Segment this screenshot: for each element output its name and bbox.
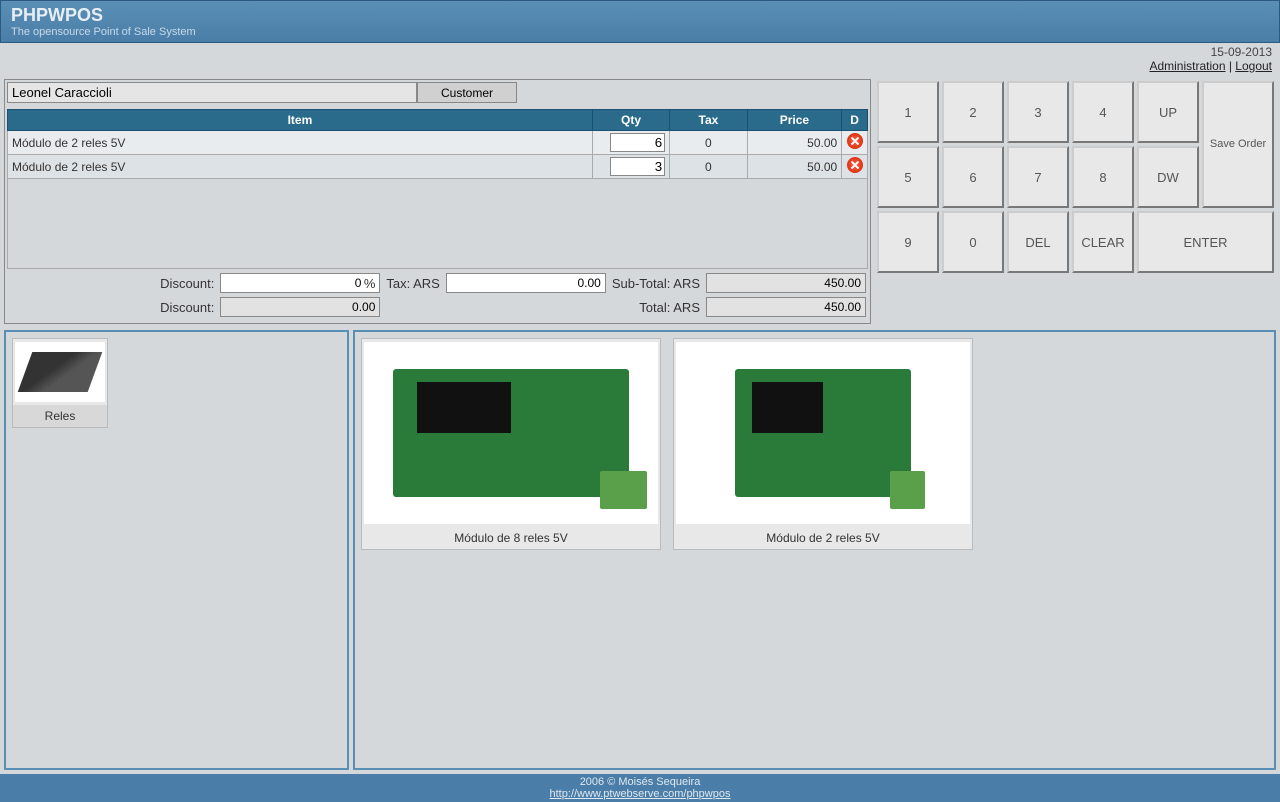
key-9[interactable]: 9 [877, 211, 939, 273]
product-label: Módulo de 8 reles 5V [362, 527, 660, 549]
product-thumb [364, 342, 658, 524]
total-label: Total: ARS [612, 300, 700, 315]
key-1[interactable]: 1 [877, 81, 939, 143]
product-tile[interactable]: Módulo de 2 reles 5V [673, 338, 973, 550]
qty-input[interactable] [610, 157, 665, 176]
item-name: Módulo de 2 reles 5V [8, 155, 593, 179]
product-thumb [676, 342, 970, 524]
product-tile[interactable]: Módulo de 8 reles 5V [361, 338, 661, 550]
top-bar: 15-09-2013 Administration | Logout [0, 43, 1280, 75]
footer-copyright: 2006 © Moisés Sequeira [2, 776, 1278, 788]
col-qty: Qty [592, 110, 669, 131]
customer-input[interactable] [7, 82, 417, 103]
key-4[interactable]: 4 [1072, 81, 1134, 143]
app-subtitle: The opensource Point of Sale System [11, 26, 1269, 38]
administration-link[interactable]: Administration [1149, 59, 1225, 73]
save-order-button[interactable]: Save Order [1202, 81, 1274, 208]
key-5[interactable]: 5 [877, 146, 939, 208]
pcb-icon [393, 369, 628, 496]
qty-input[interactable] [610, 133, 665, 152]
table-row: Módulo de 2 reles 5V 0 50.00 [8, 155, 868, 179]
key-2[interactable]: 2 [942, 81, 1004, 143]
delete-row-icon[interactable] [847, 133, 863, 149]
discount-pct-label: Discount: [160, 276, 214, 291]
discount-pct-input[interactable] [220, 273, 380, 293]
customer-button[interactable]: Customer [417, 82, 517, 103]
item-tax: 0 [670, 155, 747, 179]
category-tile-reles[interactable]: Reles [12, 338, 108, 428]
product-label: Módulo de 2 reles 5V [674, 527, 972, 549]
item-price: 50.00 [747, 155, 842, 179]
logout-link[interactable]: Logout [1235, 59, 1272, 73]
order-items-table: Item Qty Tax Price D Módulo de 2 reles 5… [7, 109, 868, 179]
footer: 2006 © Moisés Sequeira http://www.ptwebs… [0, 774, 1280, 802]
total-value [706, 297, 866, 317]
col-delete: D [842, 110, 868, 131]
key-8[interactable]: 8 [1072, 146, 1134, 208]
app-header: PHPWPOS The opensource Point of Sale Sys… [0, 0, 1280, 43]
product-panel: Módulo de 8 reles 5V Módulo de 2 reles 5… [353, 330, 1276, 770]
current-date: 15-09-2013 [8, 45, 1272, 59]
key-enter[interactable]: ENTER [1137, 211, 1274, 273]
col-item: Item [8, 110, 593, 131]
discount-value [220, 297, 380, 317]
pct-suffix: % [364, 276, 376, 291]
col-price: Price [747, 110, 842, 131]
keypad: 1 2 3 4 UP Save Order 5 6 7 8 DW 9 0 DEL… [875, 79, 1276, 324]
key-dw[interactable]: DW [1137, 146, 1199, 208]
item-price: 50.00 [747, 131, 842, 155]
category-panel: Reles [4, 330, 349, 770]
key-3[interactable]: 3 [1007, 81, 1069, 143]
tax-input[interactable] [446, 273, 606, 293]
table-row: Módulo de 2 reles 5V 0 50.00 [8, 131, 868, 155]
table-empty-area [7, 179, 868, 269]
order-panel: Customer Item Qty Tax Price D Módulo de … [4, 79, 871, 324]
delete-row-icon[interactable] [847, 157, 863, 173]
item-tax: 0 [670, 131, 747, 155]
category-thumb [15, 342, 105, 402]
discount-label: Discount: [160, 300, 214, 315]
cable-icon [18, 352, 103, 392]
pcb-icon [735, 369, 911, 496]
category-label: Reles [13, 405, 107, 427]
key-del[interactable]: DEL [1007, 211, 1069, 273]
subtotal-value [706, 273, 866, 293]
key-7[interactable]: 7 [1007, 146, 1069, 208]
key-6[interactable]: 6 [942, 146, 1004, 208]
tax-label: Tax: ARS [386, 276, 439, 291]
footer-url[interactable]: http://www.ptwebserve.com/phpwpos [550, 788, 731, 800]
key-up[interactable]: UP [1137, 81, 1199, 143]
app-title: PHPWPOS [11, 5, 1269, 26]
subtotal-label: Sub-Total: ARS [612, 276, 700, 291]
key-clear[interactable]: CLEAR [1072, 211, 1134, 273]
totals-area: Discount: % Tax: ARS Sub-Total: ARS Disc… [7, 269, 868, 321]
item-name: Módulo de 2 reles 5V [8, 131, 593, 155]
col-tax: Tax [670, 110, 747, 131]
key-0[interactable]: 0 [942, 211, 1004, 273]
